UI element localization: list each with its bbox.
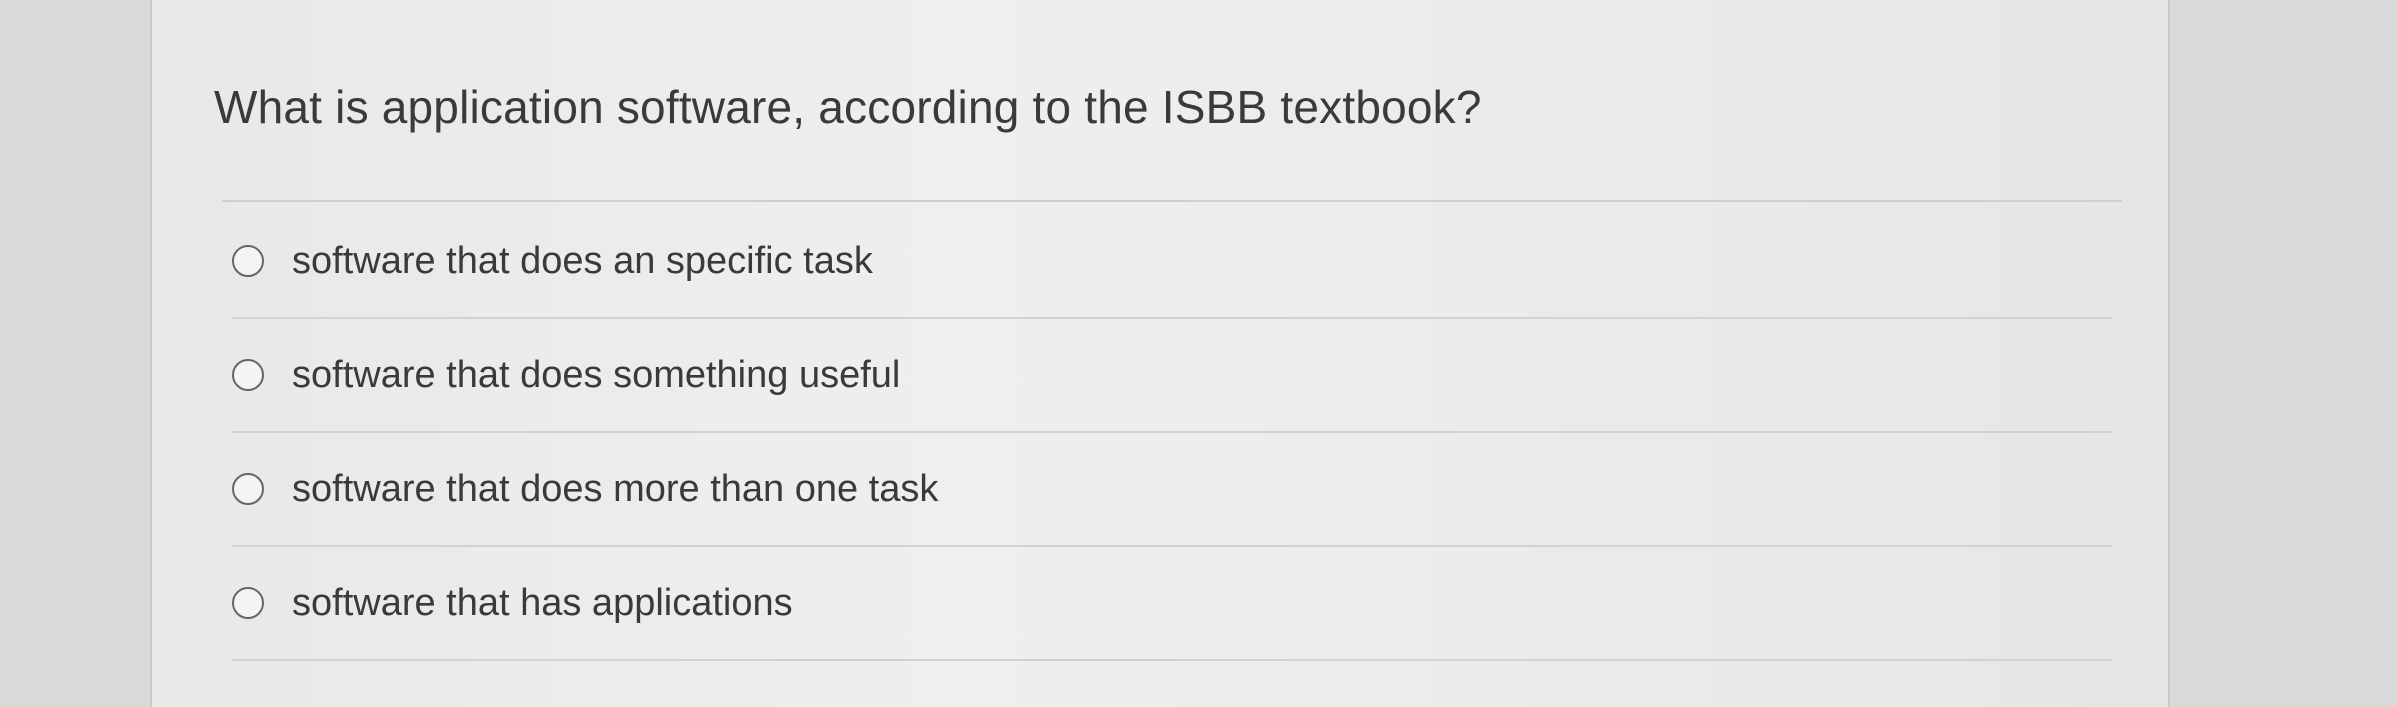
answer-label: software that has applications bbox=[292, 581, 793, 624]
answer-label: software that does more than one task bbox=[292, 467, 939, 510]
answer-label: software that does an specific task bbox=[292, 239, 873, 282]
radio-button-icon[interactable] bbox=[232, 587, 264, 619]
divider bbox=[222, 200, 2122, 202]
answer-option-1[interactable]: software that does an specific task bbox=[232, 205, 2112, 319]
answer-option-2[interactable]: software that does something useful bbox=[232, 319, 2112, 433]
answer-options: software that does an specific task soft… bbox=[232, 205, 2112, 661]
quiz-panel: What is application software, according … bbox=[150, 0, 2170, 707]
answer-label: software that does something useful bbox=[292, 353, 901, 396]
answer-option-3[interactable]: software that does more than one task bbox=[232, 433, 2112, 547]
radio-button-icon[interactable] bbox=[232, 359, 264, 391]
radio-button-icon[interactable] bbox=[232, 245, 264, 277]
question-text: What is application software, according … bbox=[214, 81, 1482, 133]
answer-option-4[interactable]: software that has applications bbox=[232, 547, 2112, 661]
radio-button-icon[interactable] bbox=[232, 473, 264, 505]
